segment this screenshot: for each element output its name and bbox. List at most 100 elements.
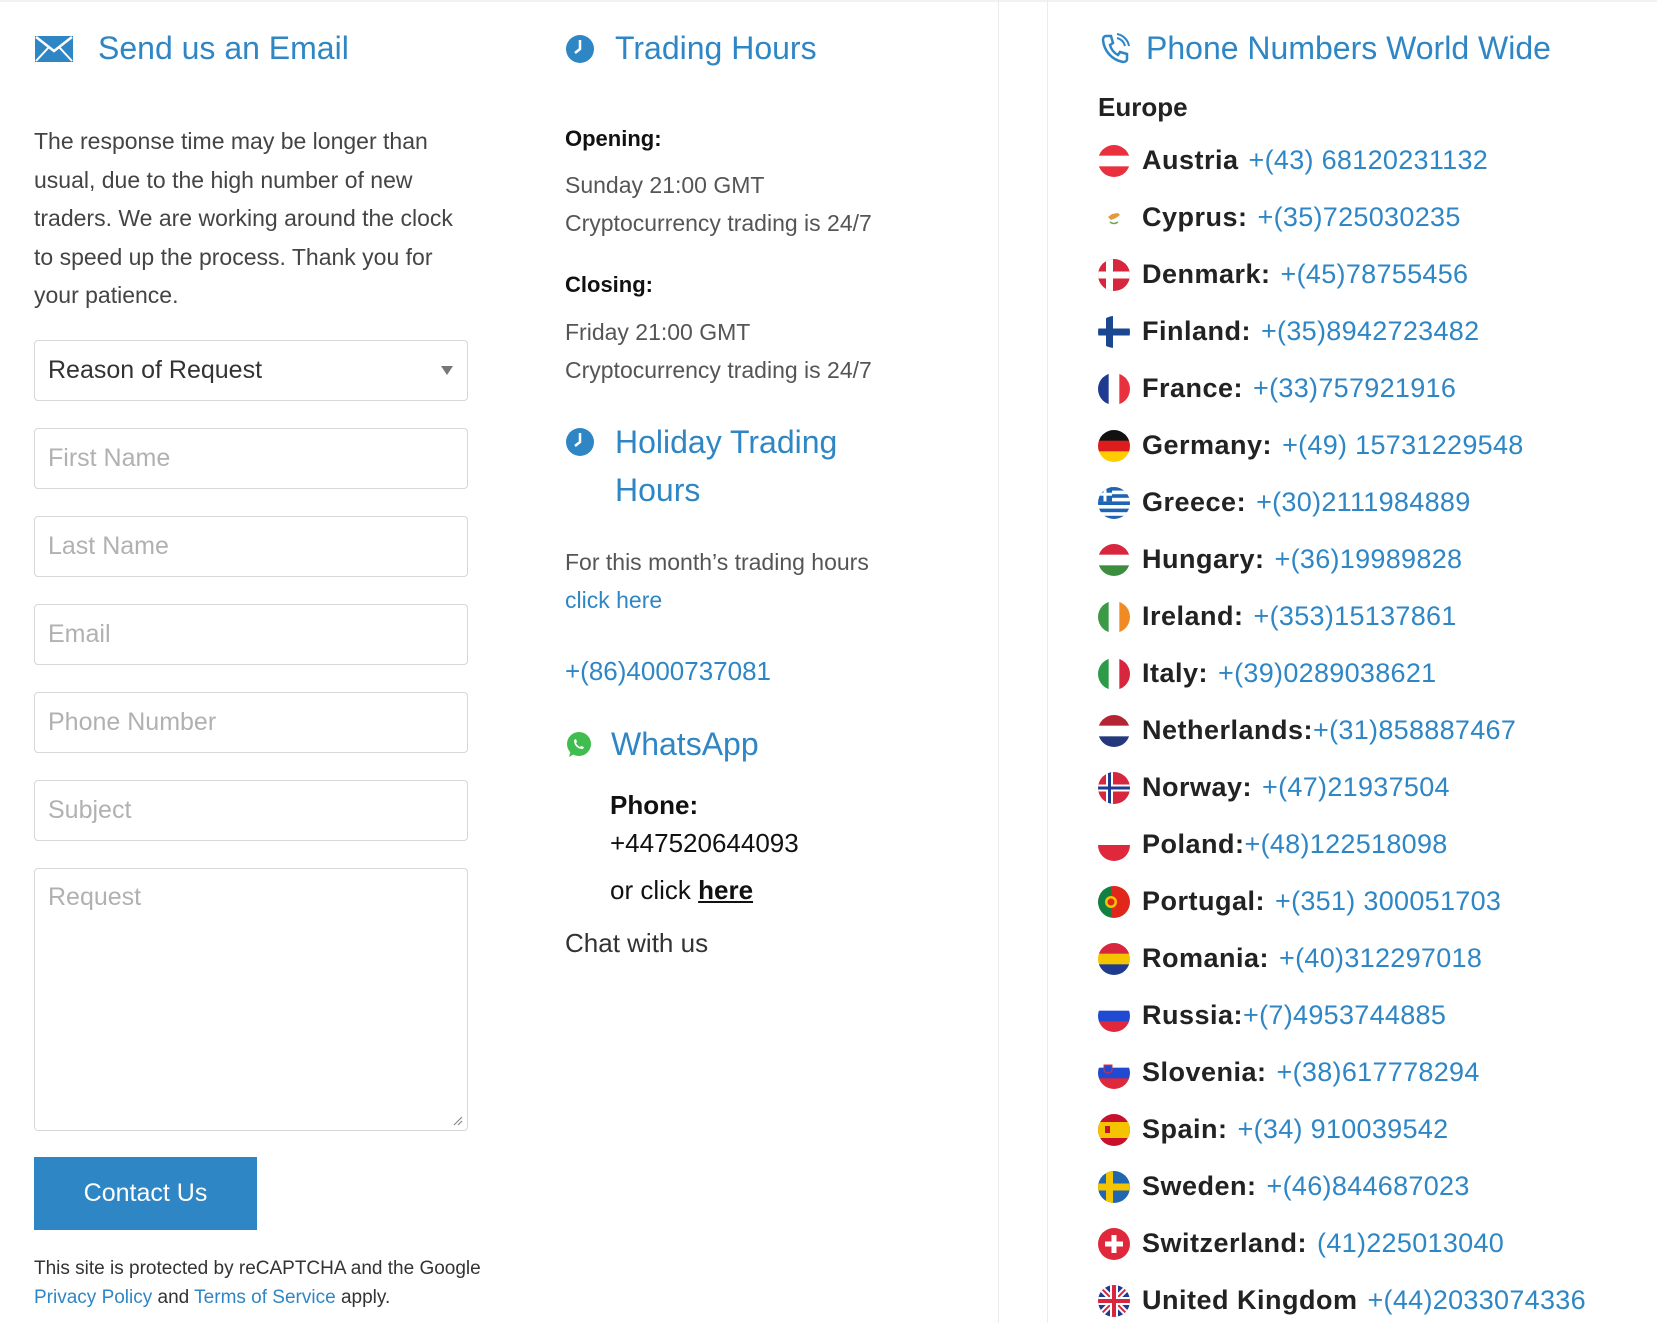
country-name: Finland: xyxy=(1142,316,1251,346)
email-section-title: Send us an Email xyxy=(98,30,349,66)
holiday-hours-title: Holiday Trading Hours xyxy=(615,418,837,514)
contact-us-button[interactable]: Contact Us xyxy=(34,1157,257,1230)
italy-flag-icon xyxy=(1098,657,1130,690)
country-phone-item: Slovenia: +(38)617778294 xyxy=(1098,1044,1586,1101)
country-phone-link[interactable]: +(46)844687023 xyxy=(1267,1171,1470,1202)
country-name: Switzerland: xyxy=(1142,1228,1308,1258)
column-divider xyxy=(1047,0,1048,1323)
email-section-header: Send us an Email xyxy=(34,30,349,67)
country-phone-item: Romania: +(40)312297018 xyxy=(1098,930,1586,987)
phone-number-input[interactable]: Phone Number xyxy=(34,692,468,753)
country-phone-link[interactable]: +(43) 68120231132 xyxy=(1249,145,1489,176)
whatsapp-phone-label: Phone: xyxy=(610,790,699,820)
country-phone-link[interactable]: +(48)122518098 xyxy=(1245,829,1448,860)
country-phone-link[interactable]: +(33)757921916 xyxy=(1253,373,1456,404)
country-phone-item: Spain: +(34) 910039542 xyxy=(1098,1101,1586,1158)
country-phone-item: Cyprus: +(35)725030235 xyxy=(1098,189,1586,246)
whatsapp-here-link[interactable]: here xyxy=(698,875,753,905)
country-phone-list: Austria +(43) 68120231132 Cyprus: +(35)7250… xyxy=(1098,132,1586,1329)
chat-with-us: Chat with us xyxy=(565,928,709,958)
whatsapp-phone-number: +447520644093 xyxy=(610,828,799,858)
country-phone-link[interactable]: +(39)0289038621 xyxy=(1218,658,1436,689)
country-phone-link[interactable]: +(45)78755456 xyxy=(1281,259,1469,290)
country-phone-item: Portugal: +(351) 300051703 xyxy=(1098,873,1586,930)
country-name: Poland: xyxy=(1142,829,1245,859)
request-placeholder: Request xyxy=(48,883,142,911)
region-label: Europe xyxy=(1098,92,1188,122)
country-name: Denmark: xyxy=(1142,259,1271,289)
sweden-flag-icon xyxy=(1098,1170,1130,1203)
country-phone-link[interactable]: +(353)15137861 xyxy=(1254,601,1457,632)
country-phone-item: Sweden: +(46)844687023 xyxy=(1098,1158,1586,1215)
email-input[interactable]: Email xyxy=(34,604,468,665)
request-textarea[interactable]: Request xyxy=(34,868,468,1131)
first-name-input[interactable]: First Name xyxy=(34,428,468,489)
country-name: Sweden: xyxy=(1142,1171,1257,1201)
slovenia-flag-icon xyxy=(1098,1056,1130,1089)
resize-handle-icon[interactable] xyxy=(451,1114,463,1126)
country-phone-link[interactable]: +(38)617778294 xyxy=(1277,1057,1480,1088)
country-phone-link[interactable]: +(49) 15731229548 xyxy=(1282,430,1524,461)
subject-input[interactable]: Subject xyxy=(34,780,468,841)
holiday-hours-header: Holiday Trading Hours xyxy=(565,418,837,514)
recaptcha-and: and xyxy=(157,1287,190,1308)
country-phone-item: Switzerland: (41)225013040 xyxy=(1098,1215,1586,1272)
poland-flag-icon xyxy=(1098,828,1130,861)
email-placeholder: Email xyxy=(48,620,111,648)
country-phone-item: Greece: +(30)2111984889 xyxy=(1098,474,1586,531)
russia-flag-icon xyxy=(1098,999,1130,1032)
clock-icon xyxy=(565,34,595,64)
country-phone-link[interactable]: +(40)312297018 xyxy=(1279,943,1482,974)
opening-time: Sunday 21:00 GMT xyxy=(565,172,765,198)
recaptcha-notice: This site is protected by reCAPTCHA and … xyxy=(34,1254,494,1312)
country-phone-item: Ireland: +(353)15137861 xyxy=(1098,588,1586,645)
romania-flag-icon xyxy=(1098,942,1130,975)
reason-select[interactable]: Reason of Request xyxy=(34,340,468,401)
country-phone-item: Poland: +(48)122518098 xyxy=(1098,816,1586,873)
country-name: Norway: xyxy=(1142,772,1253,802)
whatsapp-or-click: or click xyxy=(610,875,699,905)
country-phone-link[interactable]: +(30)2111984889 xyxy=(1256,487,1470,518)
country-phone-item: Denmark: +(45)78755456 xyxy=(1098,246,1586,303)
holiday-title-line2: Hours xyxy=(615,472,701,508)
country-name: Cyprus: xyxy=(1142,202,1248,232)
country-phone-link[interactable]: +(31)858887467 xyxy=(1313,715,1516,746)
country-phone-link[interactable]: +(35)725030235 xyxy=(1258,202,1461,233)
country-name: Netherlands: xyxy=(1142,715,1314,745)
country-phone-link[interactable]: +(7)4953744885 xyxy=(1243,1000,1446,1031)
trading-hours-title: Trading Hours xyxy=(615,30,817,66)
holiday-click-here-link[interactable]: click here xyxy=(565,587,662,614)
phone-icon xyxy=(1098,32,1132,66)
phone-numbers-header: Phone Numbers World Wide xyxy=(1098,30,1551,67)
germany-flag-icon xyxy=(1098,429,1130,462)
last-name-input[interactable]: Last Name xyxy=(34,516,468,577)
country-name: Greece: xyxy=(1142,487,1247,517)
country-phone-item: Norway: +(47)21937504 xyxy=(1098,759,1586,816)
country-phone-link[interactable]: +(36)19989828 xyxy=(1275,544,1463,575)
country-name: Slovenia: xyxy=(1142,1057,1267,1087)
holiday-title-line1: Holiday Trading xyxy=(615,424,838,460)
holiday-phone-link[interactable]: +(86)4000737081 xyxy=(565,656,771,687)
opening-label: Opening: xyxy=(565,126,662,151)
opening-crypto-note: Cryptocurrency trading is 24/7 xyxy=(565,210,872,236)
country-phone-link[interactable]: +(44)2033074336 xyxy=(1367,1285,1585,1316)
country-name: Hungary: xyxy=(1142,544,1265,574)
whatsapp-click-line: or click here xyxy=(610,875,753,906)
country-phone-link[interactable]: +(35)8942723482 xyxy=(1261,316,1479,347)
country-phone-link[interactable]: +(34) 910039542 xyxy=(1238,1114,1449,1145)
country-phone-link[interactable]: +(351) 300051703 xyxy=(1275,886,1501,917)
hungary-flag-icon xyxy=(1098,543,1130,576)
country-phone-link[interactable]: (41)225013040 xyxy=(1317,1228,1504,1259)
whatsapp-title: WhatsApp xyxy=(611,726,759,762)
chevron-down-icon xyxy=(441,366,453,375)
country-phone-link[interactable]: +(47)21937504 xyxy=(1262,772,1450,803)
clock-icon xyxy=(565,427,595,457)
recaptcha-text: This site is protected by reCAPTCHA and … xyxy=(34,1258,481,1279)
austria-flag-icon xyxy=(1098,144,1130,177)
country-phone-item: United Kingdom +(44)2033074336 xyxy=(1098,1272,1586,1329)
privacy-policy-link[interactable]: Privacy Policy xyxy=(34,1287,152,1308)
terms-of-service-link[interactable]: Terms of Service xyxy=(194,1287,335,1308)
envelope-icon xyxy=(34,34,74,64)
country-phone-item: Netherlands: +(31)858887467 xyxy=(1098,702,1586,759)
country-name: Ireland: xyxy=(1142,601,1244,631)
